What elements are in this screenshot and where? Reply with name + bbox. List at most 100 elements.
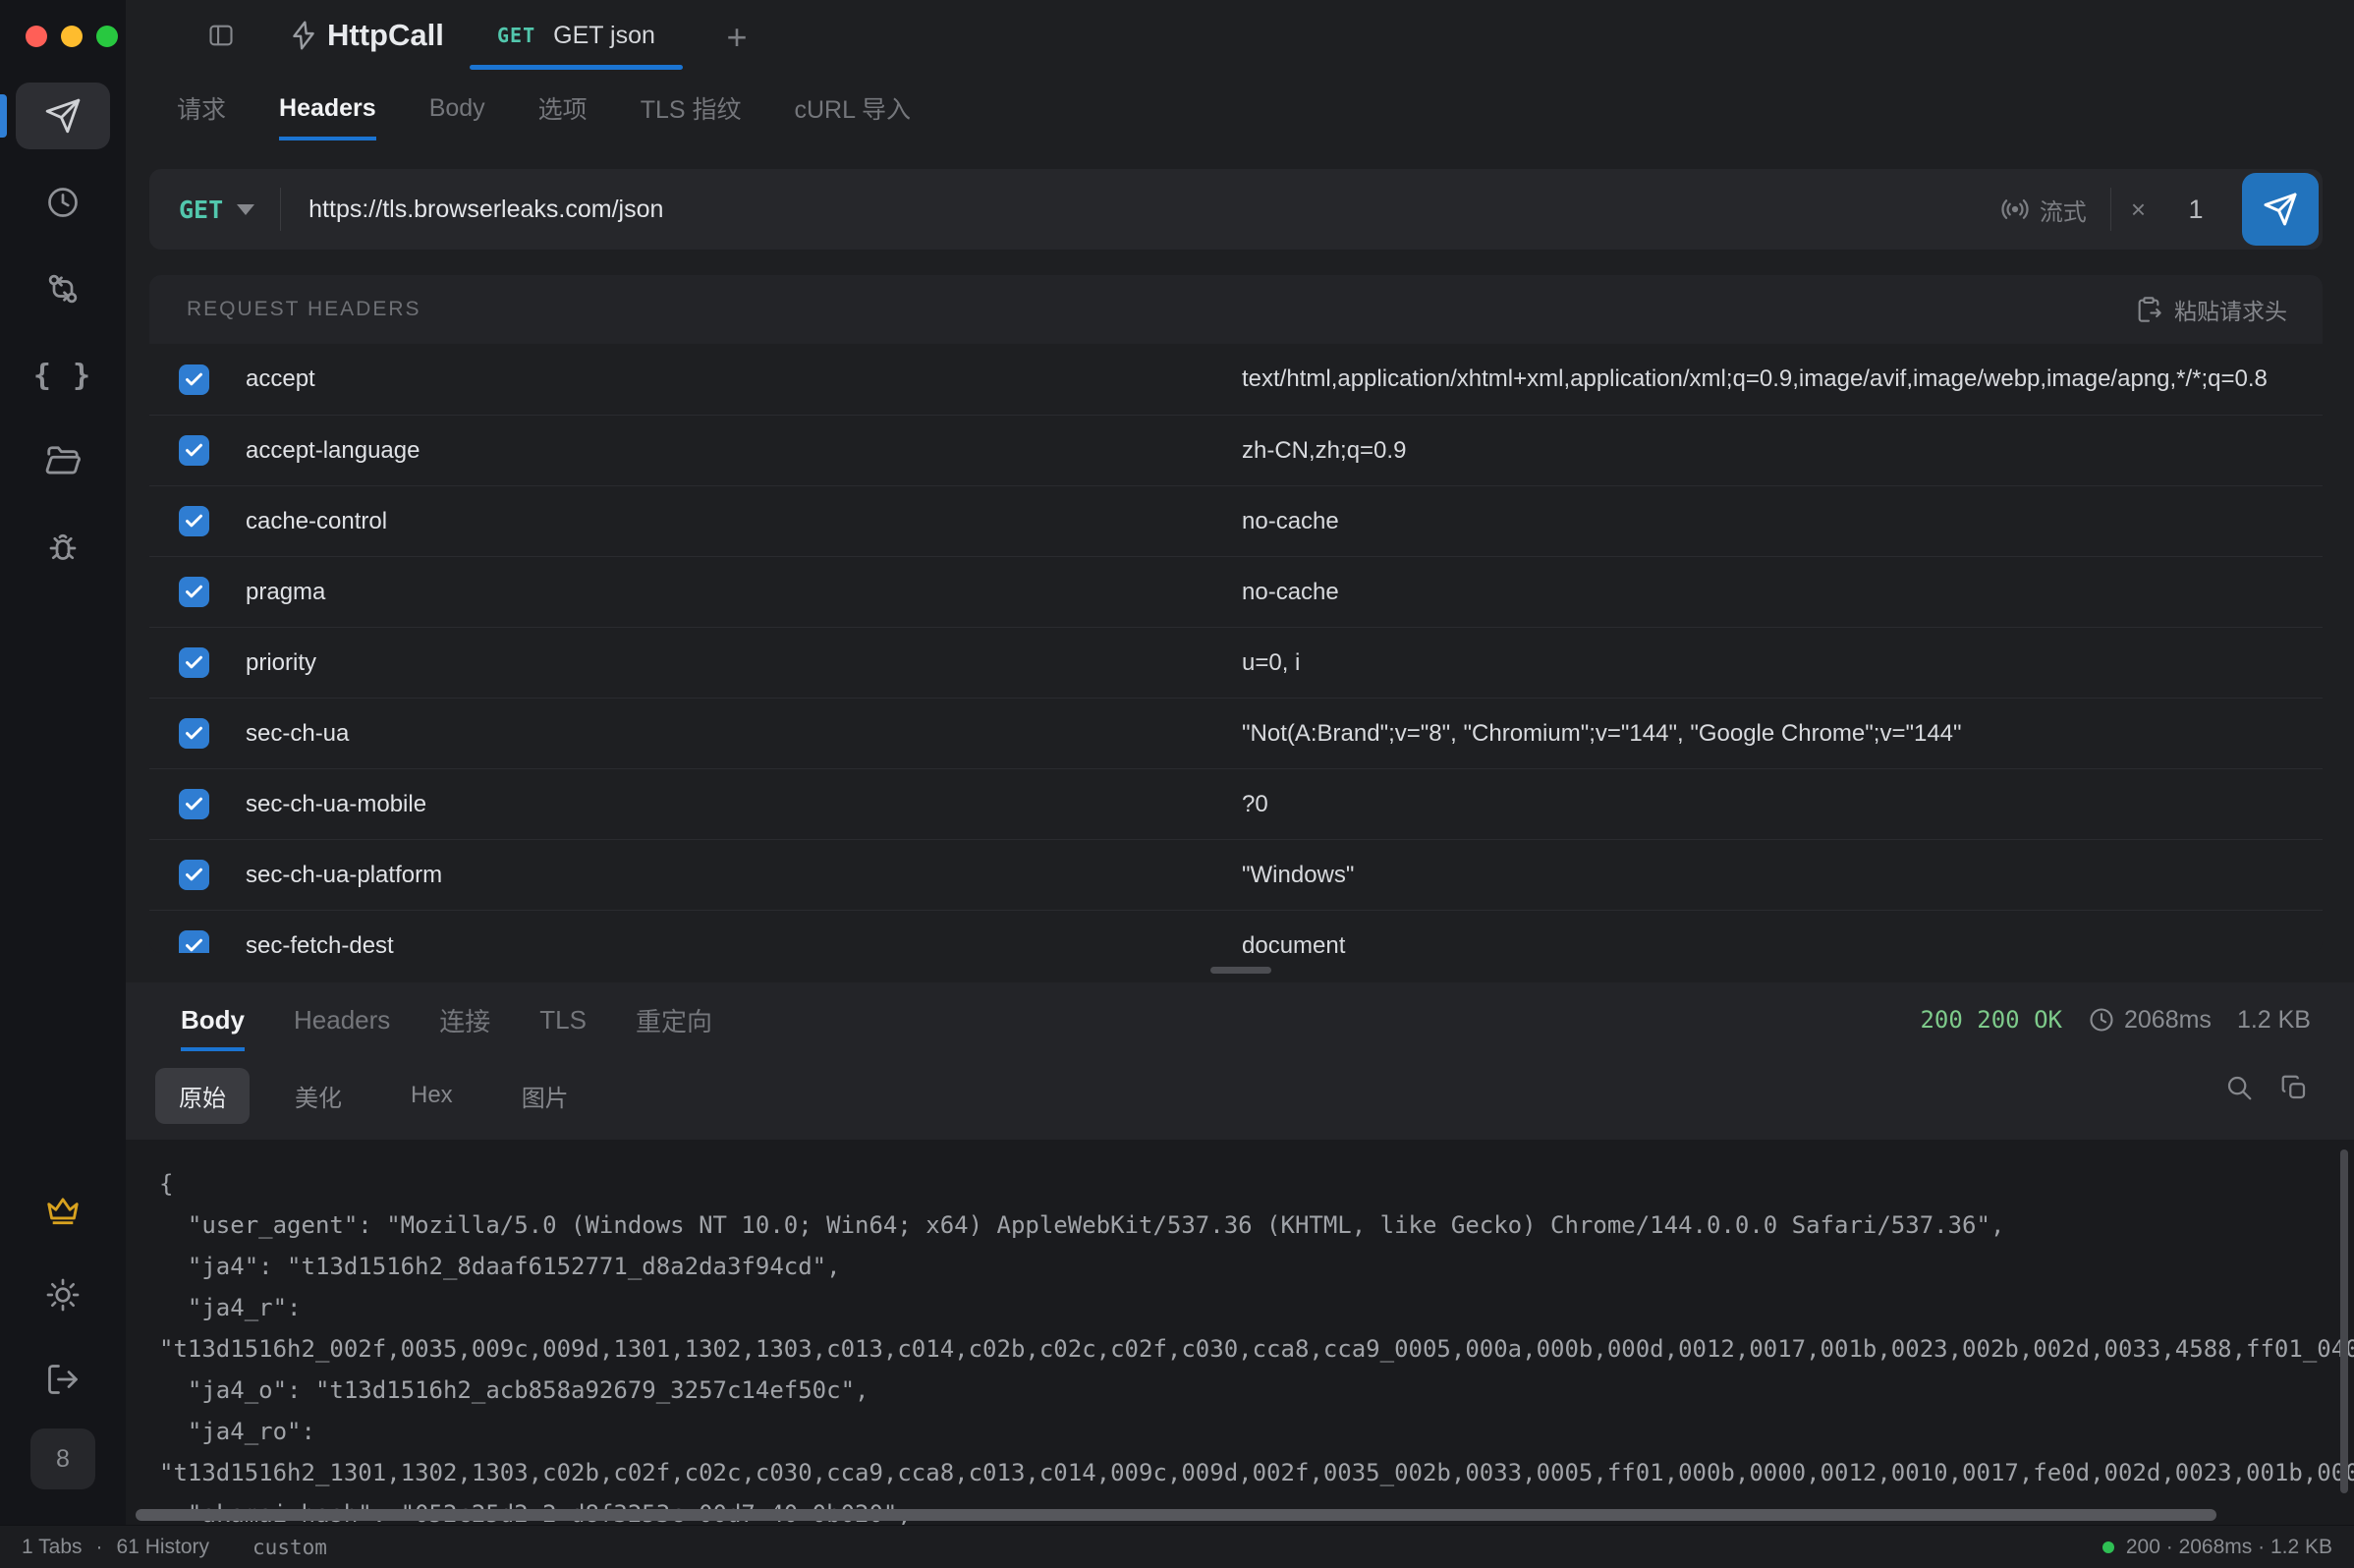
header-value[interactable]: no-cache bbox=[1242, 508, 2323, 535]
header-name[interactable]: sec-ch-ua-mobile bbox=[246, 791, 426, 818]
header-name[interactable]: priority bbox=[246, 649, 316, 677]
sidebar-item-theme[interactable] bbox=[16, 1261, 110, 1328]
horizontal-scrollbar[interactable] bbox=[136, 1509, 2216, 1521]
url-input[interactable]: https://tls.browserleaks.com/json bbox=[281, 196, 2000, 224]
sidebar-item-history[interactable] bbox=[16, 169, 110, 236]
header-value[interactable]: document bbox=[1242, 932, 2323, 954]
send-icon bbox=[44, 97, 82, 135]
header-name[interactable]: sec-ch-ua-platform bbox=[246, 862, 442, 889]
section-title: REQUEST HEADERS bbox=[187, 298, 421, 321]
vertical-scrollbar[interactable] bbox=[2340, 1149, 2348, 1493]
header-value[interactable]: "Not(A:Brand";v="8", "Chromium";v="144",… bbox=[1242, 720, 2323, 748]
header-checkbox[interactable] bbox=[179, 718, 209, 749]
header-checkbox[interactable] bbox=[179, 435, 209, 466]
sidebar-item-upgrade[interactable] bbox=[16, 1177, 110, 1244]
sidebar-item-variables[interactable]: { } bbox=[16, 342, 110, 409]
copy-icon[interactable] bbox=[2279, 1073, 2309, 1102]
app-window: { } bbox=[0, 0, 2354, 1568]
header-checkbox[interactable] bbox=[179, 930, 209, 953]
titlebar: HttpCall GET GET json + bbox=[126, 0, 2354, 71]
sidebar-item-logout[interactable] bbox=[16, 1346, 110, 1413]
header-value[interactable]: u=0, i bbox=[1242, 649, 2323, 677]
view-tab-图片[interactable]: 图片 bbox=[498, 1068, 592, 1124]
request-tab-cURL 导入[interactable]: cURL 导入 bbox=[794, 73, 911, 143]
header-row: pragma no-cache bbox=[149, 556, 2323, 627]
sidebar-toggle-icon[interactable] bbox=[206, 22, 236, 49]
header-checkbox[interactable] bbox=[179, 506, 209, 536]
paste-headers-button[interactable]: 粘贴请求头 bbox=[2135, 293, 2287, 326]
header-value[interactable]: "Windows" bbox=[1242, 862, 2323, 889]
response-tab-重定向[interactable]: 重定向 bbox=[636, 986, 712, 1054]
response-tab-TLS[interactable]: TLS bbox=[539, 989, 587, 1051]
tabs-count[interactable]: 1 Tabs bbox=[22, 1536, 83, 1559]
window-controls bbox=[26, 26, 118, 47]
response-status: 200 200 OK 2068ms 1.2 KB bbox=[1920, 982, 2311, 1057]
sidebar-item-requests[interactable] bbox=[16, 83, 110, 149]
badge-label: 8 bbox=[56, 1445, 70, 1474]
header-row: sec-fetch-dest document bbox=[149, 910, 2323, 953]
method-selector[interactable]: GET bbox=[149, 196, 280, 224]
request-tab-Headers[interactable]: Headers bbox=[279, 77, 376, 140]
status-bar: 1 Tabs · 61 History custom 200 · 2068ms … bbox=[0, 1525, 2354, 1568]
request-tab-请求[interactable]: 请求 bbox=[177, 73, 226, 143]
stream-label: 流式 bbox=[2040, 193, 2087, 227]
update-count-badge[interactable]: 8 bbox=[30, 1428, 95, 1489]
active-tab-underline bbox=[470, 65, 683, 70]
code-line: "user_agent": "Mozilla/5.0 (Windows NT 1… bbox=[159, 1204, 2354, 1246]
header-checkbox[interactable] bbox=[179, 647, 209, 678]
code-line: "ja4_ro": bbox=[159, 1411, 2354, 1452]
sidebar-item-collections[interactable] bbox=[16, 428, 110, 495]
response-tab-Body[interactable]: Body bbox=[181, 989, 245, 1051]
header-name[interactable]: accept-language bbox=[246, 437, 420, 465]
header-row: accept-language zh-CN,zh;q=0.9 bbox=[149, 415, 2323, 485]
repeat-count-input[interactable]: 1 bbox=[2171, 195, 2220, 225]
request-tab-TLS 指纹[interactable]: TLS 指纹 bbox=[641, 73, 742, 143]
request-tab[interactable]: GET GET json bbox=[470, 0, 683, 71]
history-count[interactable]: 61 History bbox=[117, 1536, 210, 1559]
search-icon[interactable] bbox=[2224, 1073, 2254, 1102]
view-tab-原始[interactable]: 原始 bbox=[155, 1068, 250, 1124]
send-button[interactable] bbox=[2242, 173, 2319, 246]
header-value[interactable]: ?0 bbox=[1242, 791, 2323, 818]
crown-icon bbox=[44, 1192, 82, 1229]
sidebar-item-debug[interactable] bbox=[16, 515, 110, 582]
header-checkbox[interactable] bbox=[179, 364, 209, 395]
tab-name: GET json bbox=[553, 22, 655, 50]
environment-label[interactable]: custom bbox=[252, 1536, 327, 1559]
header-checkbox[interactable] bbox=[179, 577, 209, 607]
header-name[interactable]: accept bbox=[246, 365, 315, 393]
response-body[interactable]: { "user_agent": "Mozilla/5.0 (Windows NT… bbox=[126, 1140, 2354, 1525]
app-title: HttpCall bbox=[327, 18, 444, 53]
header-row: priority u=0, i bbox=[149, 627, 2323, 698]
minimize-window-button[interactable] bbox=[61, 26, 83, 47]
close-window-button[interactable] bbox=[26, 26, 47, 47]
header-name[interactable]: pragma bbox=[246, 579, 325, 606]
folder-icon bbox=[44, 443, 82, 480]
zoom-window-button[interactable] bbox=[96, 26, 118, 47]
sidebar-item-compare[interactable] bbox=[16, 255, 110, 322]
new-tab-button[interactable]: + bbox=[715, 16, 758, 59]
stream-toggle[interactable]: 流式 bbox=[2000, 193, 2110, 227]
view-tab-美化[interactable]: 美化 bbox=[271, 1068, 365, 1124]
code-line: "ja4_o": "t13d1516h2_acb858a92679_3257c1… bbox=[159, 1370, 2354, 1411]
status-dot bbox=[2102, 1541, 2114, 1553]
request-tab-Body[interactable]: Body bbox=[429, 77, 485, 140]
paste-headers-label: 粘贴请求头 bbox=[2174, 293, 2287, 326]
header-value[interactable]: text/html,application/xhtml+xml,applicat… bbox=[1242, 365, 2323, 393]
header-value[interactable]: zh-CN,zh;q=0.9 bbox=[1242, 437, 2323, 465]
sidebar: { } bbox=[0, 0, 126, 1525]
response-tab-Headers[interactable]: Headers bbox=[294, 989, 390, 1051]
request-tab-选项[interactable]: 选项 bbox=[538, 73, 588, 143]
header-name[interactable]: sec-fetch-dest bbox=[246, 932, 394, 954]
header-checkbox[interactable] bbox=[179, 789, 209, 819]
header-name[interactable]: sec-ch-ua bbox=[246, 720, 349, 748]
header-checkbox[interactable] bbox=[179, 860, 209, 890]
panel-resize-handle[interactable] bbox=[1210, 967, 1271, 974]
code-line: "ja4": "t13d1516h2_8daaf6152771_d8a2da3f… bbox=[159, 1246, 2354, 1287]
header-name[interactable]: cache-control bbox=[246, 508, 387, 535]
header-value[interactable]: no-cache bbox=[1242, 579, 2323, 606]
view-tab-Hex[interactable]: Hex bbox=[387, 1071, 476, 1120]
header-row: sec-ch-ua-platform "Windows" bbox=[149, 839, 2323, 910]
broadcast-icon bbox=[2000, 195, 2030, 224]
response-tab-连接[interactable]: 连接 bbox=[439, 986, 490, 1054]
